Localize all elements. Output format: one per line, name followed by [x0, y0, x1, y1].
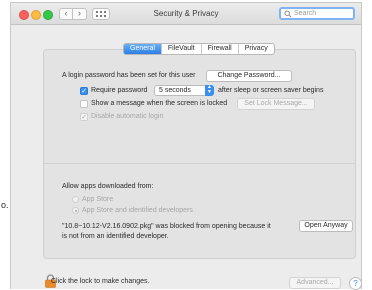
background-text: o. [1, 200, 9, 210]
require-password-value: 5 seconds [159, 87, 191, 94]
section-divider [44, 163, 355, 164]
password-set-text: A login password has been set for this u… [62, 72, 196, 79]
lock-instruction-text: Click the lock to make changes. [51, 278, 150, 285]
show-message-label: Show a message when the screen is locked [91, 100, 228, 107]
allow-apps-heading: Allow apps downloaded from: [62, 183, 154, 190]
advanced-button[interactable]: Advanced... [289, 277, 341, 289]
title-bar: ‹ › Security & Privacy Search [11, 3, 361, 25]
preferences-window: ‹ › Security & Privacy Search General Fi… [10, 2, 362, 290]
open-anyway-button[interactable]: Open Anyway [299, 220, 353, 232]
tab-firewall[interactable]: Firewall [200, 44, 238, 54]
search-field[interactable]: Search [279, 7, 355, 20]
checkmark-icon: ✓ [81, 88, 87, 95]
tab-bar: General FileVault Firewall Privacy [123, 43, 275, 55]
blocked-message-line2: is not from an identified developer. [62, 233, 169, 240]
general-panel: A login password has been set for this u… [43, 49, 356, 259]
tab-general[interactable]: General [124, 44, 161, 54]
search-placeholder: Search [294, 10, 317, 17]
radio-identified-label: App Store and identified developers [82, 207, 193, 214]
tab-filevault[interactable]: FileVault [160, 44, 201, 54]
select-arrows-icon: ▲ ▼ [205, 85, 214, 96]
require-password-label: Require password [91, 87, 148, 94]
require-password-select[interactable]: 5 seconds ▲ ▼ [154, 85, 214, 96]
change-password-button[interactable]: Change Password... [206, 70, 292, 82]
search-icon [284, 10, 292, 18]
show-message-checkbox[interactable] [80, 100, 88, 108]
checkmark-icon: ✓ [81, 114, 87, 121]
after-sleep-text: after sleep or screen saver begins [218, 87, 324, 94]
blocked-message-line1: "10.8~10.12-V2.16.0902.pkg" was blocked … [62, 223, 271, 230]
radio-identified-developers[interactable] [72, 207, 79, 214]
help-icon[interactable]: ? [349, 277, 362, 290]
disable-login-label: Disable automatic login [91, 113, 164, 120]
set-lock-message-button[interactable]: Set Lock Message... [237, 98, 315, 110]
radio-app-store[interactable] [72, 196, 79, 203]
require-password-checkbox[interactable]: ✓ [80, 87, 88, 95]
tab-privacy[interactable]: Privacy [237, 44, 274, 54]
disable-login-checkbox[interactable]: ✓ [80, 113, 88, 121]
radio-app-store-label: App Store [82, 196, 114, 203]
